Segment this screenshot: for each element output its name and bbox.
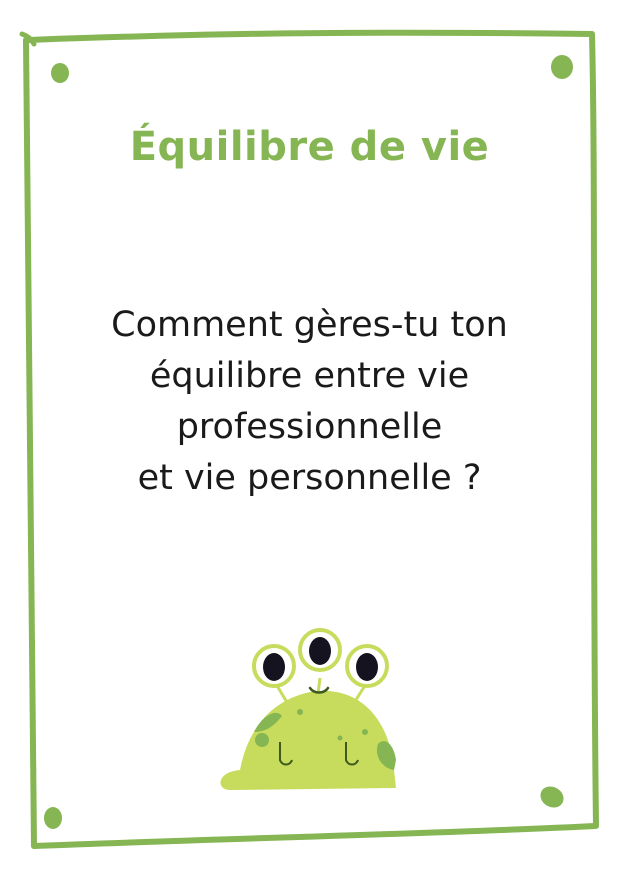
question-text: Comment gères-tu ton équilibre entre vie… <box>70 300 549 504</box>
corner-dot-top-right <box>551 55 573 79</box>
corner-dot-top-left <box>51 63 69 83</box>
question-card: Équilibre de vie Comment gères-tu ton éq… <box>0 0 619 874</box>
question-line-2: équilibre entre vie <box>149 356 470 396</box>
question-line-4: et vie personnelle ? <box>137 458 482 498</box>
corner-dot-bottom-left <box>44 807 62 829</box>
card-title: Équilibre de vie <box>129 124 490 170</box>
question-line-3: professionnelle <box>176 407 443 447</box>
alien-mascot-icon <box>220 628 396 790</box>
question-line-1: Comment gères-tu ton <box>111 305 508 345</box>
corner-dot-bottom-right <box>540 786 564 808</box>
